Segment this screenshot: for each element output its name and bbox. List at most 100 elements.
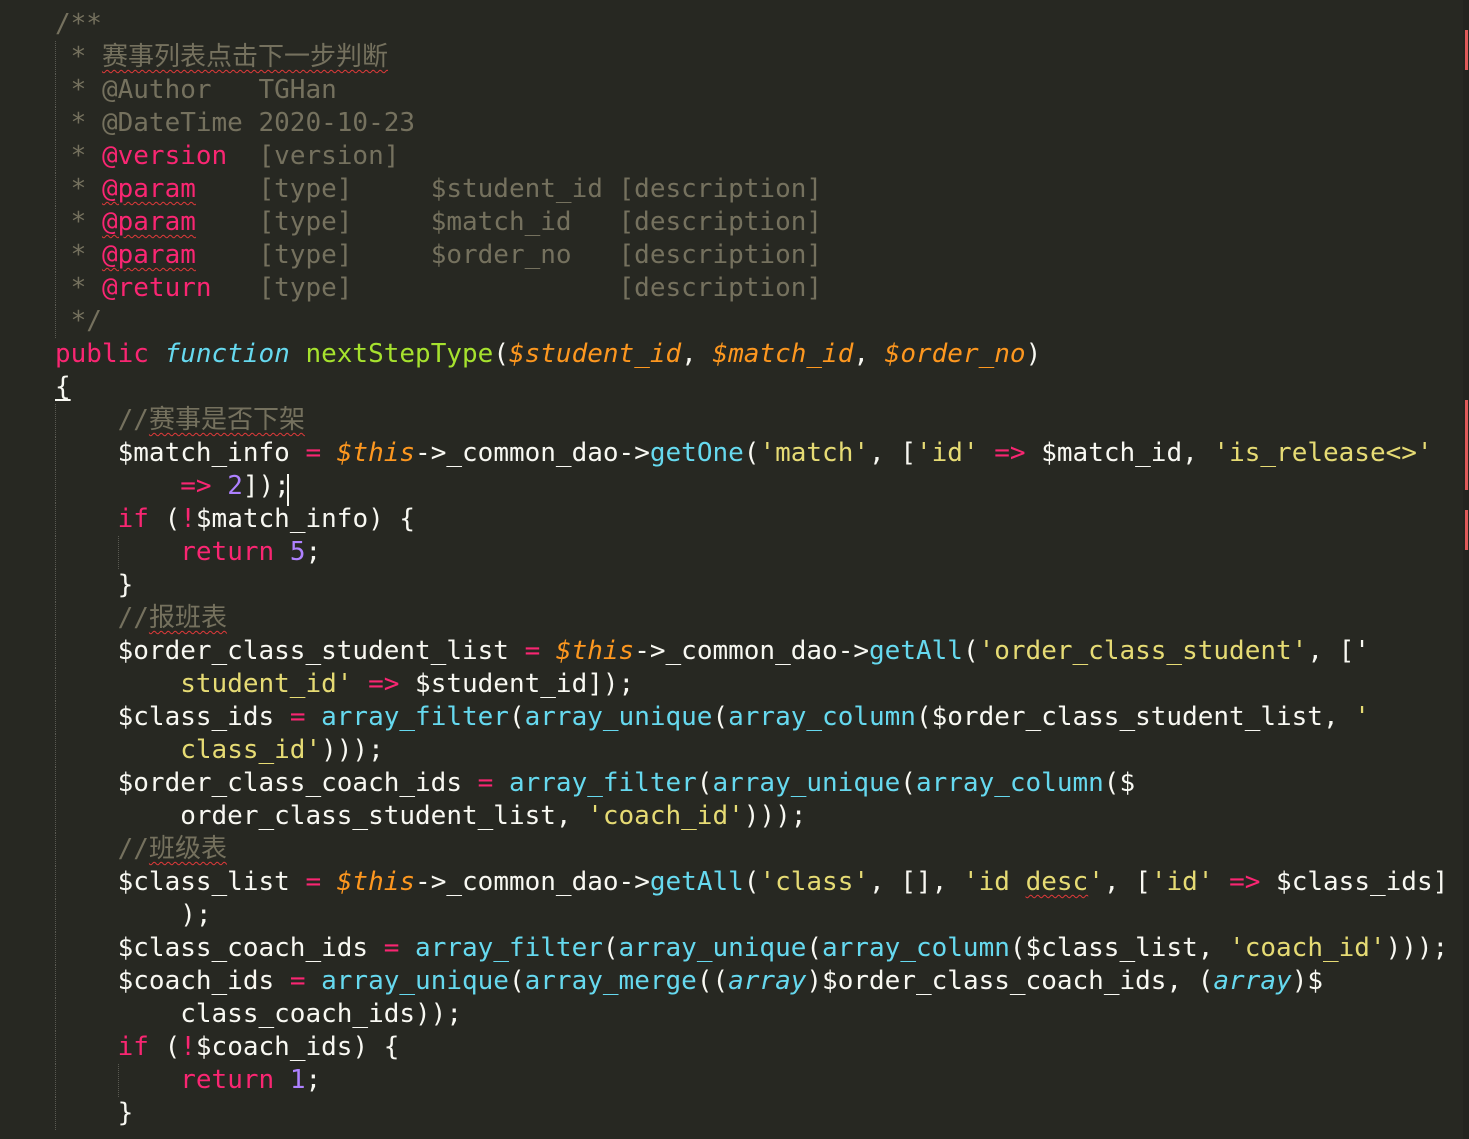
code-token: ->_common_dao->: [634, 636, 870, 666]
code-line[interactable]: * @DateTime 2020-10-23: [55, 107, 1457, 140]
code-token: array: [728, 966, 807, 996]
code-token: $order_no: [884, 339, 1026, 369]
code-token: (: [962, 636, 979, 666]
indent-guide: [55, 998, 56, 1031]
code-area[interactable]: /** * 赛事列表点击下一步判断 * @Author TGHan * @Dat…: [55, 8, 1457, 1130]
code-token: @param: [101, 174, 196, 204]
code-token: *: [55, 141, 102, 171]
code-token: $class_coach_ids: [55, 933, 384, 963]
code-token: =>: [994, 438, 1026, 468]
code-token: return: [180, 537, 275, 567]
code-line[interactable]: * @return [type] [description]: [55, 272, 1457, 305]
code-line[interactable]: * @param [type] $student_id [description…: [55, 173, 1457, 206]
code-token: array_filter: [508, 768, 697, 798]
code-line[interactable]: if (!$coach_ids) {: [55, 1031, 1457, 1064]
code-token: $this: [555, 636, 635, 666]
code-line[interactable]: * @version [version]: [55, 140, 1457, 173]
code-line[interactable]: }: [55, 1097, 1457, 1130]
code-line[interactable]: * 赛事列表点击下一步判断: [55, 41, 1457, 74]
code-token: 'id: [962, 867, 1026, 897]
code-token: ,: [853, 339, 885, 369]
code-token: !: [180, 1032, 196, 1062]
code-line[interactable]: //赛事是否下架: [55, 404, 1457, 437]
code-token: $order_class_coach_ids: [55, 768, 478, 798]
code-line[interactable]: return 1;: [55, 1064, 1457, 1097]
code-token: * @Author TGHan: [55, 75, 337, 105]
code-token: , [': [1307, 636, 1370, 666]
code-token: ->_common_dao->: [415, 867, 650, 897]
code-token: /**: [55, 9, 102, 39]
code-line[interactable]: if (!$match_info) {: [55, 503, 1457, 536]
indent-guide: [55, 41, 56, 74]
code-token: $coach_ids: [55, 966, 290, 996]
code-token: 'match': [759, 438, 870, 468]
code-line[interactable]: }: [55, 569, 1457, 602]
code-line[interactable]: * @Author TGHan: [55, 74, 1457, 107]
code-editor[interactable]: /** * 赛事列表点击下一步判断 * @Author TGHan * @Dat…: [0, 0, 1469, 1139]
code-line[interactable]: $class_coach_ids = array_filter(array_un…: [55, 932, 1457, 965]
code-line[interactable]: */: [55, 305, 1457, 338]
indent-guide: [55, 536, 56, 569]
indent-guide: [55, 800, 56, 833]
indent-guide: [55, 437, 56, 470]
indent-guide: [55, 140, 56, 173]
code-token: 'order_class_student': [978, 636, 1308, 666]
code-line[interactable]: class_id')));: [55, 734, 1457, 767]
code-line[interactable]: $class_list = $this->_common_dao->getAll…: [55, 866, 1457, 899]
text-cursor: [287, 474, 289, 506]
code-token: $match_info) {: [195, 504, 416, 534]
code-token: //: [117, 405, 149, 435]
indent-guide: [55, 734, 56, 767]
code-line[interactable]: public function nextStepType($student_id…: [55, 338, 1457, 371]
code-token: $match_id: [712, 339, 854, 369]
code-token: array_unique: [618, 933, 807, 963]
code-line[interactable]: {: [55, 371, 1457, 404]
code-token: =: [524, 636, 541, 666]
scroll-marker: [1465, 400, 1468, 490]
code-token: $match_id,: [1025, 438, 1214, 468]
code-token: )));: [1385, 933, 1449, 963]
code-token: 报班表: [148, 603, 227, 633]
code-token: ((: [696, 966, 729, 996]
code-line[interactable]: return 5;: [55, 536, 1457, 569]
code-line[interactable]: $coach_ids = array_unique(array_merge((a…: [55, 965, 1457, 998]
code-token: array_unique: [712, 768, 901, 798]
indent-guide: [55, 239, 56, 272]
code-line[interactable]: $class_ids = array_filter(array_unique(a…: [55, 701, 1457, 734]
code-line[interactable]: //班级表: [55, 833, 1457, 866]
scroll-marker: [1465, 30, 1468, 70]
code-token: ]);: [242, 471, 290, 501]
code-token: (: [712, 702, 729, 732]
code-token: 'id': [1150, 867, 1214, 897]
code-token: $coach_ids) {: [195, 1032, 400, 1062]
code-token: =>: [368, 669, 400, 699]
code-token: (: [900, 768, 916, 798]
code-line[interactable]: /**: [55, 8, 1457, 41]
code-line[interactable]: $order_class_coach_ids = array_filter(ar…: [55, 767, 1457, 800]
code-line[interactable]: * @param [type] $order_no [description]: [55, 239, 1457, 272]
code-line[interactable]: student_id' => $student_id]);: [55, 668, 1457, 701]
code-token: ($order_class_student_list,: [915, 702, 1355, 732]
code-token: =: [289, 966, 306, 996]
scrollbar-gutter[interactable]: [1463, 0, 1469, 1139]
code-token: ($: [1103, 768, 1136, 798]
code-token: array_merge: [524, 966, 697, 996]
code-line[interactable]: //报班表: [55, 602, 1457, 635]
code-line[interactable]: $match_info = $this->_common_dao->getOne…: [55, 437, 1457, 470]
code-line[interactable]: $order_class_student_list = $this->_comm…: [55, 635, 1457, 668]
code-line[interactable]: * @param [type] $match_id [description]: [55, 206, 1457, 239]
code-line[interactable]: );: [55, 899, 1457, 932]
code-line[interactable]: => 2]);: [55, 470, 1457, 503]
indent-guide: [55, 503, 56, 536]
code-line[interactable]: class_coach_ids));: [55, 998, 1457, 1031]
code-line[interactable]: order_class_student_list, 'coach_id')));: [55, 800, 1457, 833]
